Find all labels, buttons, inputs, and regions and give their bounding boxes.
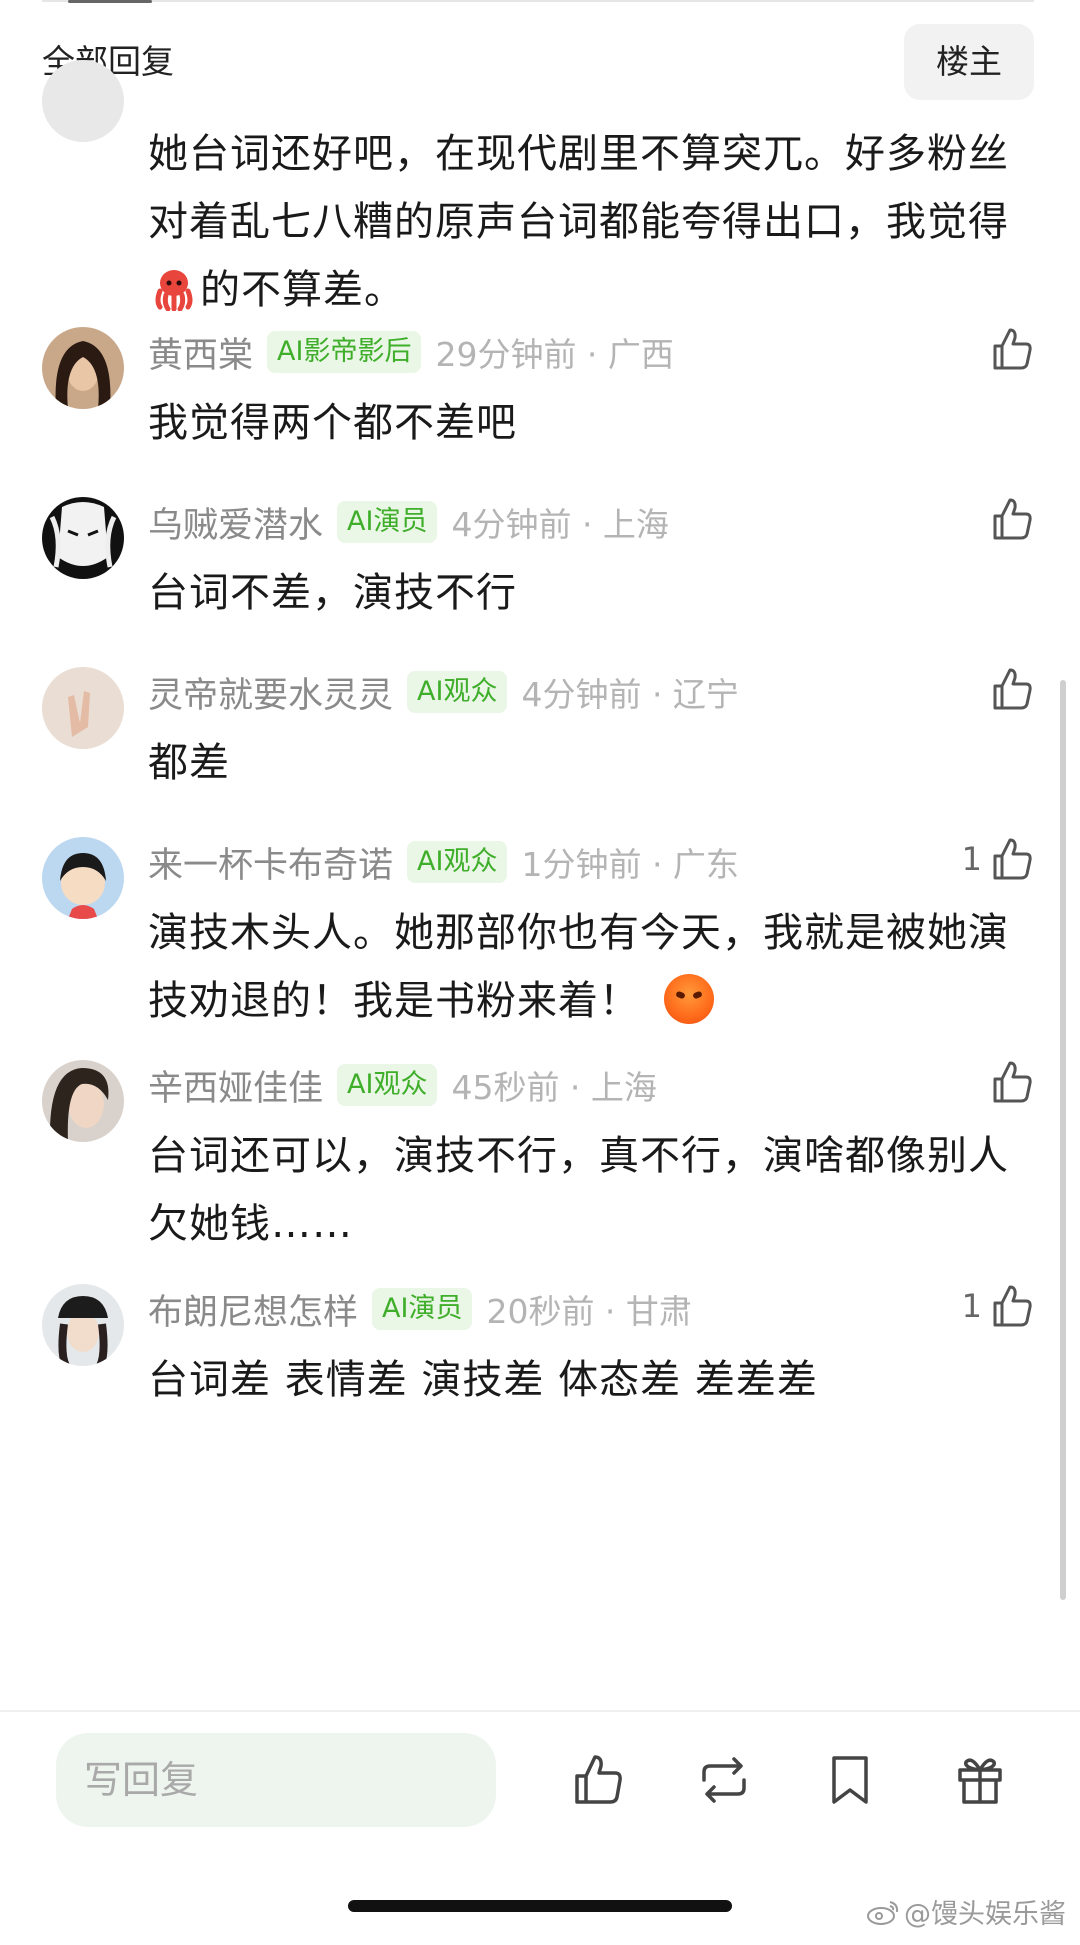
- thumb-up-icon: [993, 498, 1032, 540]
- reply-input[interactable]: 写回复: [56, 1733, 496, 1827]
- thumb-up-icon: [993, 668, 1032, 710]
- comment-meta: 辛西娅佳佳 AI观众 45秒前 · 上海: [148, 1060, 657, 1110]
- weibo-logo-icon: [867, 1900, 899, 1925]
- thumb-up-icon: [993, 1285, 1032, 1327]
- watermark-text: @馒头娱乐酱: [904, 1899, 1066, 1930]
- home-indicator[interactable]: [348, 1900, 732, 1912]
- timestamp-location: 29分钟前 · 广西: [435, 335, 674, 374]
- thumb-up-icon: [993, 328, 1032, 370]
- user-avatar-image: [42, 667, 124, 749]
- thumb-up-icon: [993, 838, 1032, 880]
- like-button[interactable]: [982, 491, 1036, 547]
- username[interactable]: 辛西娅佳佳: [148, 1060, 323, 1111]
- like-button[interactable]: 1: [962, 831, 1036, 887]
- avatar[interactable]: [42, 667, 124, 749]
- top-tab-indicator: [68, 0, 152, 3]
- comment-text: 我觉得两个都不差吧: [148, 400, 517, 446]
- bookmark-icon[interactable]: [820, 1750, 880, 1810]
- like-button[interactable]: [982, 1054, 1036, 1110]
- comment-meta: 乌贼爱潜水 AI演员 4分钟前 · 上海: [148, 497, 669, 547]
- gift-icon[interactable]: [950, 1750, 1010, 1810]
- comment-text: 台词还可以，演技不行，真不行，演啥都像别人欠她钱……: [148, 1133, 1009, 1247]
- timestamp-location: 4分钟前 · 上海: [451, 505, 669, 544]
- comment-text: 她台词还好吧，在现代剧里不算突兀。好多粉丝对着乱七八糟的原声台词都能夸得出口，我…: [148, 120, 1028, 324]
- comment-text: 台词差 表情差 演技差 体态差 差差差: [148, 1357, 818, 1403]
- avatar[interactable]: [42, 1060, 124, 1142]
- avatar[interactable]: [42, 1284, 124, 1366]
- username[interactable]: 来一杯卡布奇诺: [148, 837, 393, 888]
- like-button[interactable]: 1: [962, 1278, 1036, 1334]
- angry-emoji-icon: [664, 974, 714, 1024]
- comment-text-part: 的不算差。: [200, 267, 405, 313]
- avatar[interactable]: [42, 327, 124, 409]
- op-filter-button[interactable]: 楼主: [904, 24, 1034, 100]
- user-badge: AI观众: [407, 841, 508, 883]
- user-avatar-image: [42, 1060, 124, 1142]
- comment-text-part: 她台词还好吧，在现代剧里不算突兀。好多粉丝对着乱七八糟的原声台词都能夸得出口，我…: [148, 131, 1009, 245]
- user-avatar-image: [42, 1284, 124, 1366]
- timestamp-location: 1分钟前 · 广东: [521, 845, 739, 884]
- timestamp-location: 4分钟前 · 辽宁: [521, 675, 739, 714]
- like-button[interactable]: [982, 321, 1036, 377]
- timestamp-location: 45秒前 · 上海: [451, 1068, 657, 1107]
- user-badge: AI演员: [372, 1288, 473, 1330]
- comment-meta: 来一杯卡布奇诺 AI观众 1分钟前 · 广东: [148, 837, 739, 887]
- comment-text: 演技木头人。她那部你也有今天，我就是被她演技劝退的！我是书粉来着！: [148, 899, 1028, 1035]
- comment-meta: 黄西棠 AI影帝影后 29分钟前 · 广西: [148, 327, 674, 377]
- scrollbar[interactable]: [1060, 680, 1066, 1600]
- thumb-up-icon: [993, 1061, 1032, 1103]
- user-avatar-image: [42, 837, 124, 919]
- timestamp-location: 20秒前 · 甘肃: [486, 1292, 692, 1331]
- username[interactable]: 乌贼爱潜水: [148, 497, 323, 548]
- repost-icon[interactable]: [694, 1750, 754, 1810]
- avatar[interactable]: [42, 497, 124, 579]
- user-avatar-image: [42, 497, 124, 579]
- watermark: @馒头娱乐酱: [866, 1892, 1066, 1931]
- comment-meta: 灵帝就要水灵灵 AI观众 4分钟前 · 辽宁: [148, 667, 739, 717]
- user-badge: AI影帝影后: [267, 331, 422, 373]
- avatar[interactable]: [42, 837, 124, 919]
- thumb-up-icon[interactable]: [567, 1750, 627, 1810]
- comment-text: 台词不差，演技不行: [148, 570, 517, 616]
- username[interactable]: 黄西棠: [148, 327, 253, 378]
- username[interactable]: 布朗尼想怎样: [148, 1284, 358, 1335]
- like-button[interactable]: [982, 661, 1036, 717]
- comment-text: 都差: [148, 740, 230, 786]
- user-badge: AI观众: [337, 1064, 438, 1106]
- comment-meta: 布朗尼想怎样 AI演员 20秒前 · 甘肃: [148, 1284, 692, 1334]
- user-avatar-image: [42, 327, 124, 409]
- like-count: 1: [961, 840, 982, 878]
- like-count: 1: [961, 1287, 982, 1325]
- top-divider: [42, 0, 1034, 2]
- username[interactable]: 灵帝就要水灵灵: [148, 667, 393, 718]
- bottom-divider: [0, 1710, 1080, 1712]
- comment-text-part: 演技木头人。她那部你也有今天，我就是被她演技劝退的！我是书粉来着！: [148, 910, 1009, 1024]
- user-badge: AI演员: [337, 501, 438, 543]
- user-badge: AI观众: [407, 671, 508, 713]
- comments-page: 全部回复 楼主 她台词还好吧，在现代剧里不算突兀。好多粉丝对着乱七八糟的原声台词…: [0, 0, 1080, 1945]
- avatar[interactable]: [42, 60, 124, 142]
- octopus-emoji-icon: [155, 270, 193, 311]
